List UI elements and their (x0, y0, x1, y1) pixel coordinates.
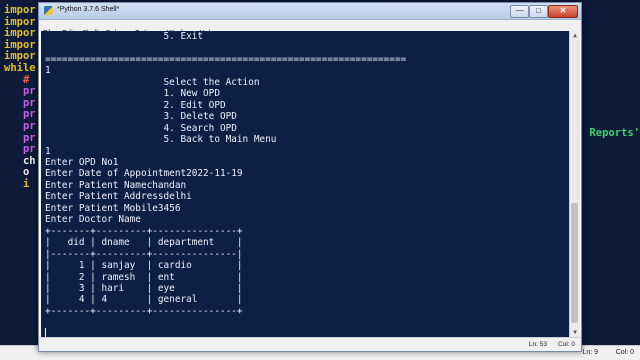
window-title: *Python 3.7.6 Shell* (57, 6, 120, 13)
background-code-line: impor (4, 4, 36, 16)
background-code-right-fragment: Reports' (589, 127, 640, 139)
shell-line: 5. Exit (163, 31, 204, 42)
shell-line: | 3 | hari | eye | (45, 282, 243, 294)
shell-line: | 2 | ramesh | ent | (45, 271, 243, 283)
shell-line: 1. New OPD (163, 88, 220, 100)
shell-line: ========================================… (45, 53, 407, 65)
shell-line: 1 (45, 145, 51, 157)
status-column-number: Col: 0 (558, 341, 575, 348)
background-code-line: pr (4, 143, 36, 156)
background-code-line: impor (4, 15, 36, 28)
background-code-line: pr (4, 96, 36, 109)
background-code-line: i (4, 178, 30, 190)
shell-line: 4. Search OPD (163, 122, 237, 134)
background-status-line: Ln: 9 (582, 349, 598, 356)
shell-line: | 1 | sanjay | cardio | (45, 260, 243, 272)
shell-output-text: 5. Exit ================================… (45, 31, 406, 317)
vertical-scrollbar[interactable]: ▲ ▼ (569, 31, 580, 337)
shell-line: Enter Doctor Name (45, 214, 141, 226)
background-code-line: pr (4, 120, 36, 132)
close-button[interactable]: ✕ (548, 5, 578, 18)
background-code-line: impor (4, 50, 36, 63)
shell-line: Select the Action (163, 76, 260, 88)
shell-line: | did | dname | department | (45, 237, 243, 249)
shell-line: 3. Delete OPD (163, 111, 237, 123)
scroll-up-arrow-icon[interactable]: ▲ (570, 31, 580, 40)
shell-line: +-------+---------+---------------+ (45, 305, 243, 317)
scroll-down-arrow-icon[interactable]: ▼ (570, 328, 580, 337)
shell-line: Enter OPD No1 (45, 156, 119, 168)
python-icon (44, 6, 53, 15)
shell-line: Enter Patient Mobile3456 (45, 202, 181, 214)
background-code-line: pr (4, 131, 36, 144)
status-line-number: Ln: 53 (528, 341, 547, 348)
background-code-line: # (4, 73, 30, 86)
shell-line: +-------+---------+---------------+ (45, 225, 243, 237)
maximize-button[interactable]: □ (529, 5, 548, 18)
python-shell-window[interactable]: *Python 3.7.6 Shell* — □ ✕ FileEditShell… (38, 2, 582, 352)
shell-line: Enter Patient Namechandan (45, 179, 187, 191)
background-code-line: while (4, 62, 36, 74)
shell-output-area[interactable]: 5. Exit ================================… (41, 31, 569, 337)
shell-line: |-------+---------+---------------| (45, 248, 243, 260)
background-code-line: o (4, 166, 30, 179)
background-status-col: Col: 0 (615, 349, 634, 356)
background-code-line: impor (4, 38, 36, 51)
scrollbar-thumb[interactable] (571, 203, 578, 323)
shell-line: | 4 | 4 | general | (45, 294, 243, 306)
shell-status-bar: Ln: 53 Col: 0 (39, 337, 581, 351)
background-code-line: pr (4, 85, 36, 98)
minimize-button[interactable]: — (510, 5, 529, 18)
shell-line: Enter Date of Appointment2022-11-19 (45, 168, 243, 180)
background-code-line: ch (4, 154, 36, 167)
background-code-line: impor (4, 27, 36, 40)
shell-line: 5. Back to Main Menu (163, 134, 277, 146)
shell-line: 2. Edit OPD (163, 99, 226, 111)
background-code-line: pr (4, 108, 36, 121)
shell-line: Enter Patient Addressdelhi (45, 191, 192, 203)
shell-line: 1 (45, 65, 51, 77)
text-cursor (45, 328, 46, 337)
title-bar[interactable]: *Python 3.7.6 Shell* — □ ✕ (39, 3, 581, 20)
menu-bar: FileEditShellDebugOptionsWindowHelp (39, 20, 581, 37)
